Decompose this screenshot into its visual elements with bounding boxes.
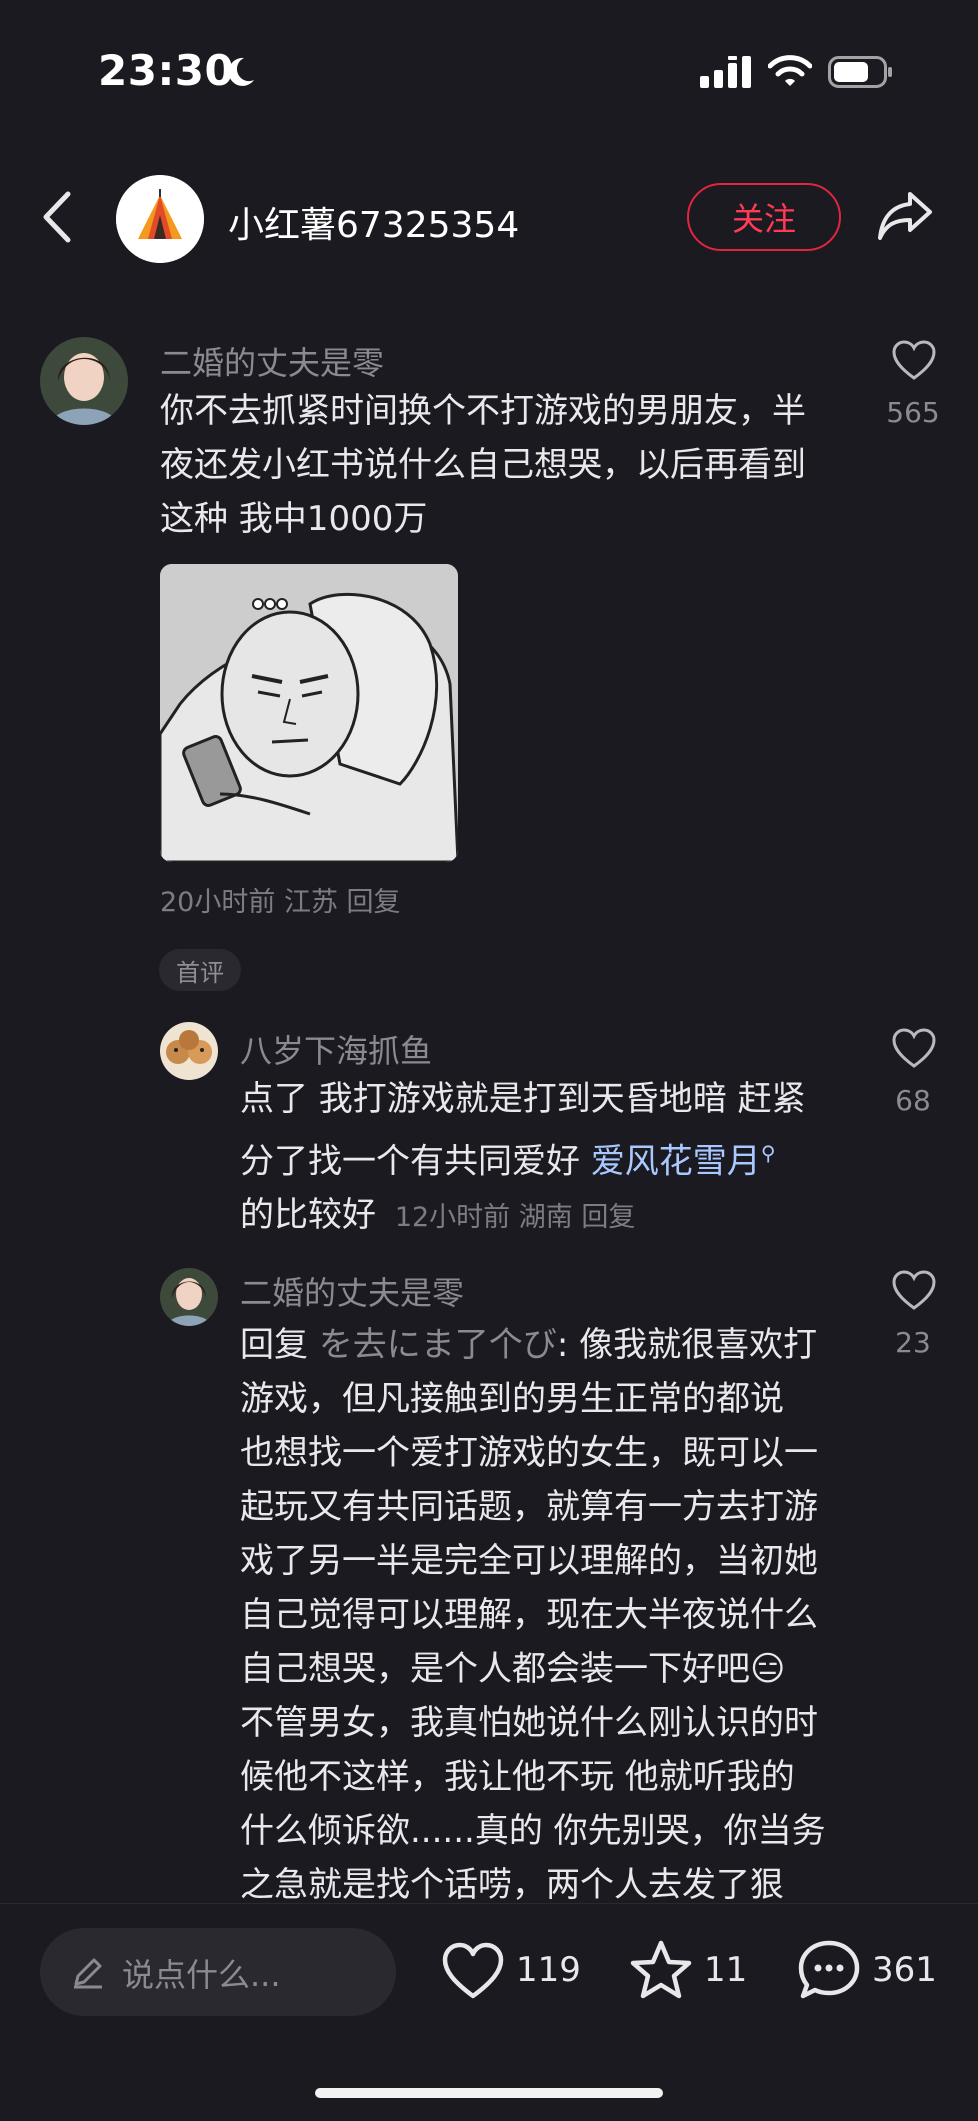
reply-line: 点了 我打游戏就是打到天昏地暗 赶紧 — [240, 1079, 806, 1119]
share-icon[interactable] — [876, 190, 934, 242]
reply-line-text: 的比较好 — [240, 1195, 376, 1236]
meme-sketch-image — [160, 564, 458, 862]
reply-line-text: 分了找一个有共同爱好 — [240, 1141, 591, 1182]
reply-line-text: : 像我就很喜欢打 — [556, 1325, 818, 1365]
commenter-avatar[interactable] — [160, 1268, 218, 1326]
author-avatar[interactable] — [116, 175, 204, 263]
reply-text: 点了 我打游戏就是打到天昏地暗 赶紧 分了找一个有共同爱好 爱风花雪月⚲ 的比较… — [240, 1072, 860, 1245]
like-count: 68 — [895, 1084, 931, 1117]
follow-button[interactable]: 关注 — [687, 183, 841, 251]
reply-line: 回复 を去にま了个び: 像我就很喜欢打 — [240, 1318, 880, 1372]
reply-line: 的比较好 12小时前 湖南 回复 — [240, 1188, 860, 1245]
comment-bubble-icon[interactable] — [796, 1938, 862, 2002]
heart-icon[interactable] — [890, 1026, 938, 1070]
search-icon[interactable]: ⚲ — [761, 1141, 776, 1165]
reply-line: 什么倾诉欲......真的 你先别哭，你当务 — [240, 1811, 826, 1851]
comment-line: 夜还发小红书说什么自己想哭，以后再看到 — [160, 445, 806, 485]
battery-icon — [828, 56, 892, 88]
moon-icon — [228, 57, 254, 86]
commenter-avatar[interactable] — [160, 1022, 218, 1080]
comment-text: 你不去抓紧时间换个不打游戏的男朋友，半 夜还发小红书说什么自己想哭，以后再看到 … — [160, 384, 860, 546]
reply-meta[interactable]: 12小时前 湖南 回复 — [395, 1202, 636, 1233]
heart-icon[interactable] — [890, 1268, 938, 1312]
reply-line: 自己想哭，是个人都会装一下好吧😑 — [240, 1649, 786, 1689]
cellular-signal-icon — [700, 56, 751, 88]
status-time: 23:30 — [98, 46, 235, 95]
back-icon[interactable] — [40, 190, 74, 244]
reply-line: 也想找一个爱打游戏的女生，既可以一 — [240, 1433, 818, 1473]
reply-prefix: 回复 — [240, 1325, 319, 1365]
comment-image[interactable] — [160, 564, 458, 862]
home-indicator[interactable] — [315, 2088, 663, 2098]
reply-username[interactable]: 八岁下海抓鱼 — [240, 1026, 432, 1072]
like-count: 565 — [886, 396, 940, 429]
tent-icon — [116, 175, 204, 263]
like-count: 23 — [895, 1326, 931, 1359]
reply-line: 起玩又有共同话题，就算有一方去打游 — [240, 1487, 818, 1527]
wifi-icon — [768, 55, 812, 86]
reply-line: 自己觉得可以理解，现在大半夜说什么 — [240, 1595, 818, 1635]
comment-username[interactable]: 二婚的丈夫是零 — [160, 338, 384, 384]
heart-icon[interactable] — [890, 338, 938, 382]
author-name[interactable]: 小红薯67325354 — [228, 196, 519, 248]
reply-target-username[interactable]: を去にま了个び — [319, 1325, 557, 1365]
like-count: 119 — [516, 1950, 581, 1990]
comment-count: 361 — [872, 1950, 937, 1990]
like-icon[interactable] — [440, 1940, 506, 2002]
comment-line: 你不去抓紧时间换个不打游戏的男朋友，半 — [160, 391, 806, 431]
reply-line: 候他不这样，我让他不玩 他就听我的 — [240, 1757, 795, 1797]
reply-text: 回复 を去にま了个び: 像我就很喜欢打 游戏，但凡接触到的男生正常的都说 也想找… — [240, 1318, 880, 1912]
comment-line: 这种 我中1000万 — [160, 499, 428, 539]
reply-line: 分了找一个有共同爱好 爱风花雪月⚲ — [240, 1126, 860, 1188]
star-icon[interactable] — [628, 1938, 694, 2002]
comment-meta[interactable]: 20小时前 江苏 回复 — [160, 880, 401, 919]
commenter-avatar[interactable] — [40, 337, 128, 425]
reply-username[interactable]: 二婚的丈夫是零 — [240, 1268, 464, 1314]
comment-input-placeholder[interactable]: 说点什么... — [122, 1950, 281, 1996]
topic-link[interactable]: 爱风花雪月 — [591, 1141, 761, 1181]
reply-line: 戏了另一半是完全可以理解的，当初她 — [240, 1541, 818, 1581]
reply-line: 游戏，但凡接触到的男生正常的都说 — [240, 1379, 784, 1419]
first-comment-badge: 首评 — [159, 949, 241, 991]
reply-line: 不管男女，我真怕她说什么刚认识的时 — [240, 1703, 818, 1743]
collect-count: 11 — [704, 1950, 748, 1990]
pencil-icon — [74, 1958, 102, 1989]
